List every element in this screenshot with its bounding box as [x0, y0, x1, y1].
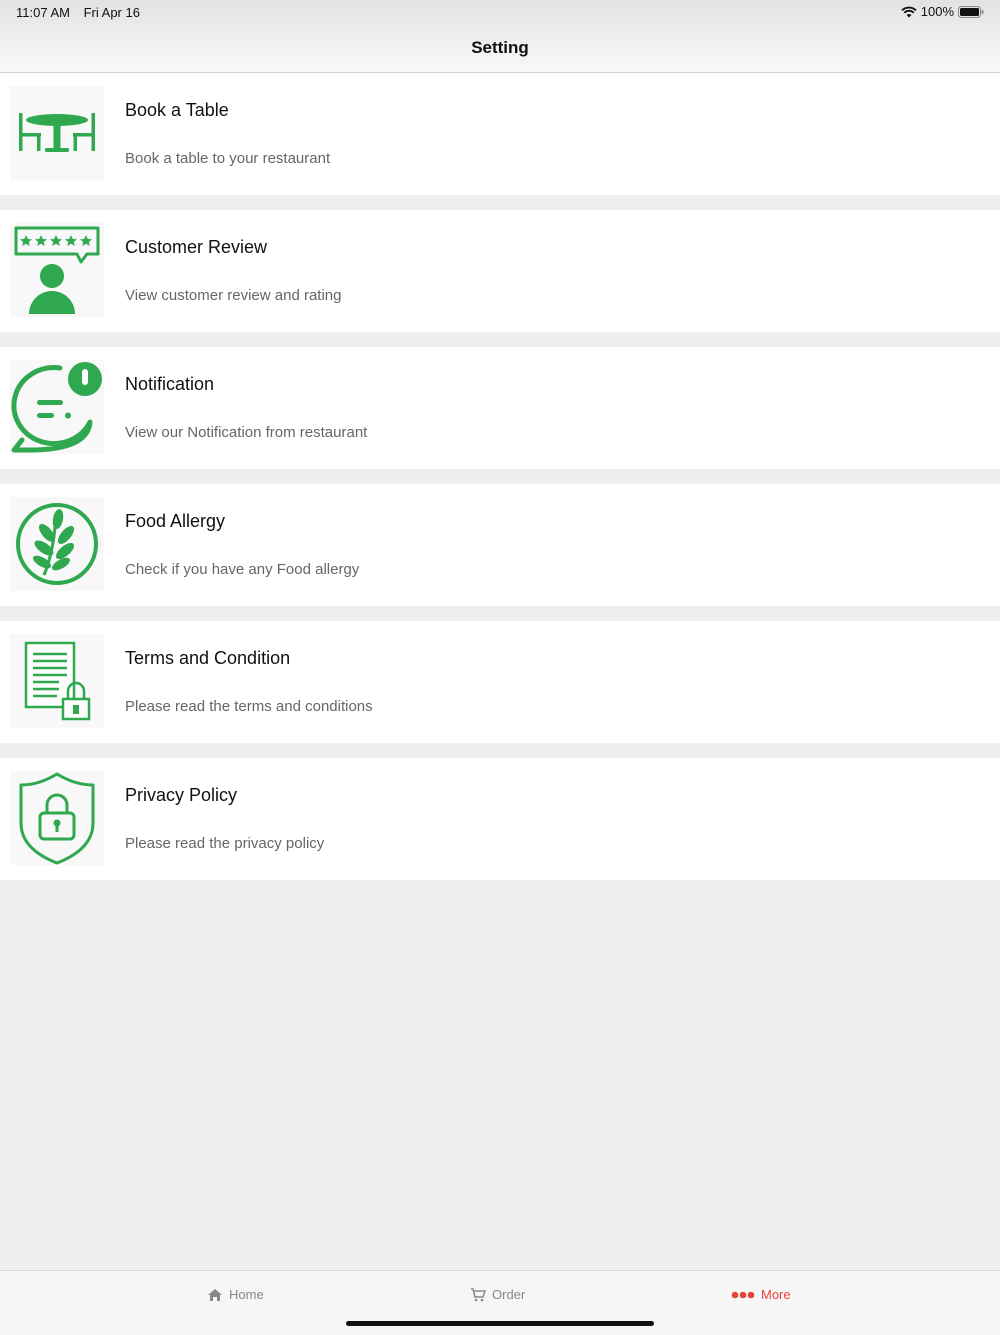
settings-item-subtitle: Book a table to your restaurant: [125, 150, 331, 167]
tab-label: Home: [229, 1287, 264, 1302]
settings-item-subtitle: View our Notification from restaurant: [125, 424, 368, 441]
notification-icon: [10, 360, 104, 454]
settings-item-subtitle: Check if you have any Food allergy: [125, 561, 360, 578]
settings-item-title: Privacy Policy: [125, 785, 238, 805]
status-bar: 11:07 AM Fri Apr 16 100%: [0, 0, 1000, 24]
settings-item-terms[interactable]: Terms and Condition Please read the term…: [0, 621, 1000, 743]
review-icon: [10, 223, 104, 317]
settings-item-title: Terms and Condition: [125, 648, 291, 668]
battery-percent: 100%: [920, 4, 954, 19]
tab-label: More: [761, 1287, 791, 1302]
settings-item-subtitle: Please read the terms and conditions: [125, 698, 373, 715]
status-date: Fri Apr 16: [83, 5, 140, 20]
wifi-icon: [901, 6, 917, 17]
document-lock-icon: [10, 634, 104, 728]
cart-icon: [471, 1287, 486, 1301]
settings-item-subtitle: View customer review and rating: [125, 287, 342, 304]
settings-item-food-allergy[interactable]: Food Allergy Check if you have any Food …: [0, 484, 1000, 606]
home-icon: [208, 1288, 222, 1301]
settings-item-title: Food Allergy: [125, 511, 226, 531]
status-time: 11:07 AM: [16, 5, 70, 20]
settings-item-customer-review[interactable]: Customer Review View customer review and…: [0, 210, 1000, 332]
settings-item-title: Book a Table: [125, 100, 229, 120]
settings-item-title: Notification: [125, 374, 215, 394]
settings-item-subtitle: Please read the privacy policy: [125, 835, 325, 852]
table-icon: [10, 86, 104, 180]
settings-item-privacy[interactable]: Privacy Policy Please read the privacy p…: [0, 758, 1000, 880]
tab-home[interactable]: Home: [207, 1287, 264, 1302]
settings-item-title: Customer Review: [125, 237, 268, 257]
home-indicator: [346, 1321, 654, 1326]
more-icon: [731, 1291, 755, 1298]
wheat-icon: [10, 497, 104, 591]
shield-lock-icon: [10, 771, 104, 865]
tab-label: Order: [492, 1287, 526, 1302]
settings-item-notification[interactable]: Notification View our Notification from …: [0, 347, 1000, 469]
battery-icon: [958, 5, 984, 18]
tab-order[interactable]: Order: [470, 1287, 525, 1302]
page-title: Setting: [471, 38, 529, 57]
settings-list: Book a Table Book a table to your restau…: [0, 73, 1000, 895]
tab-more[interactable]: More: [731, 1287, 791, 1302]
settings-item-book-table[interactable]: Book a Table Book a table to your restau…: [0, 73, 1000, 195]
